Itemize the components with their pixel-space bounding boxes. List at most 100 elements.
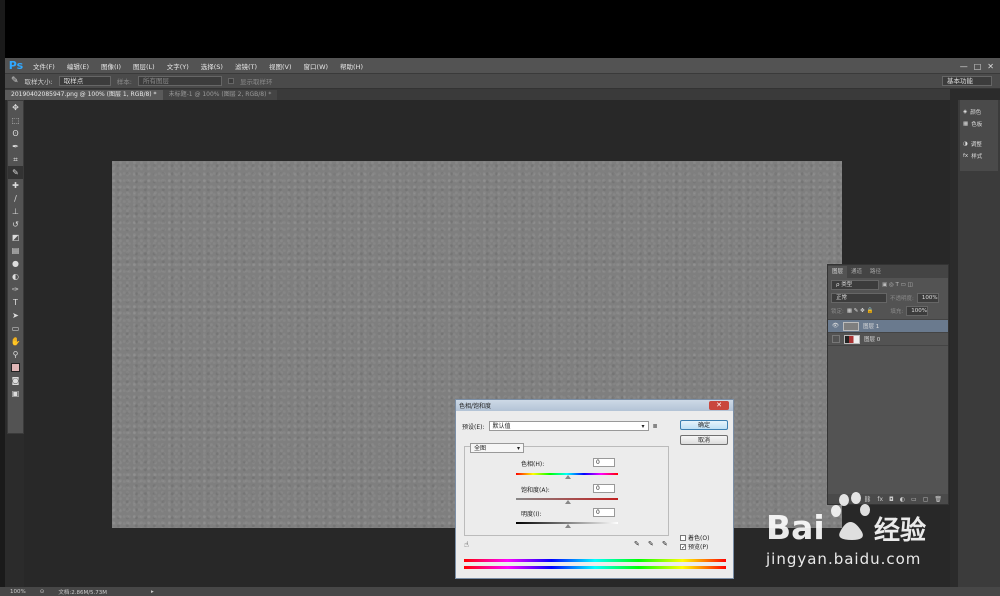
path-select-icon[interactable]: ➤ bbox=[8, 309, 23, 322]
blend-row: 正常 不透明度: 100% bbox=[828, 291, 948, 304]
move-icon[interactable]: ✥ bbox=[8, 101, 23, 114]
stamp-icon[interactable]: ⊥ bbox=[8, 205, 23, 218]
hue-slider-thumb[interactable] bbox=[565, 475, 571, 479]
workspace-select[interactable]: 基本功能 bbox=[942, 76, 992, 86]
ok-button[interactable]: 确定 bbox=[680, 420, 728, 430]
collapsed-panels: ◈ 颜色 ▦ 色板 ◑ 调整 fx 样式 bbox=[960, 100, 998, 171]
panel-adjustments[interactable]: ◑ 调整 bbox=[960, 138, 998, 150]
menu-view[interactable]: 视图(V) bbox=[263, 61, 298, 71]
eraser-icon[interactable]: ◩ bbox=[8, 231, 23, 244]
hue-input[interactable]: 0 bbox=[593, 458, 615, 467]
brush-icon[interactable]: ∕ bbox=[8, 192, 23, 205]
share-icon[interactable]: ⊙ bbox=[40, 589, 45, 595]
dialog-close-button[interactable]: ✕ bbox=[709, 401, 729, 410]
channel-select[interactable]: 全图 ▾ bbox=[470, 443, 524, 453]
gradient-icon[interactable]: ▤ bbox=[8, 244, 23, 257]
show-ring-label: 显示取样环 bbox=[239, 78, 273, 86]
layer-row-1[interactable]: 👁 图层 1 bbox=[828, 320, 948, 333]
tab-layers[interactable]: 图层 bbox=[828, 265, 848, 278]
saturation-input[interactable]: 0 bbox=[593, 484, 615, 493]
close-window-button[interactable]: ✕ bbox=[987, 62, 994, 71]
preset-select[interactable]: 默认值 ▾ bbox=[488, 421, 649, 431]
hand-icon[interactable]: ✋ bbox=[8, 335, 23, 348]
zoom-icon[interactable]: ⚲ bbox=[8, 348, 23, 361]
layer-name: 图层 0 bbox=[864, 337, 881, 343]
blend-mode-select[interactable]: 正常 bbox=[831, 292, 887, 303]
screen-mode-icon[interactable]: ▣ bbox=[8, 387, 23, 400]
dodge-icon[interactable]: ◐ bbox=[8, 270, 23, 283]
lightness-input[interactable]: 0 bbox=[593, 508, 615, 517]
blur-icon[interactable]: ● bbox=[8, 257, 23, 270]
targeted-adjust-icon[interactable]: ☝ bbox=[464, 540, 469, 549]
panel-styles[interactable]: fx 样式 bbox=[960, 150, 998, 162]
fill-input[interactable]: 100% bbox=[906, 305, 929, 316]
hue-label: 色相(H): bbox=[521, 461, 545, 468]
lock-row: 锁定: ▦ ✎ ✥ 🔒 填充: 100% bbox=[828, 304, 948, 317]
menu-filter[interactable]: 滤镜(T) bbox=[229, 61, 263, 71]
dialog-titlebar[interactable]: 色相/饱和度 ✕ bbox=[456, 400, 733, 411]
eyedropper-plus-icon[interactable]: ✎ bbox=[648, 540, 654, 548]
lock-icons[interactable]: ▦ ✎ ✥ 🔒 bbox=[847, 308, 874, 314]
eyedropper-minus-icon[interactable]: ✎ bbox=[662, 540, 668, 548]
status-arrow-icon[interactable]: ▸ bbox=[151, 589, 154, 595]
opacity-input[interactable]: 100% bbox=[916, 292, 939, 303]
sample-size-select[interactable]: 取样点 bbox=[58, 76, 111, 86]
hue-saturation-dialog: 色相/饱和度 ✕ 预设(E): 默认值 ▾ ≣ 确定 取消 全图 ▾ 色相(H): … bbox=[455, 399, 734, 579]
healing-icon[interactable]: ✚ bbox=[8, 179, 23, 192]
colorize-checkbox[interactable] bbox=[680, 534, 686, 541]
marquee-icon[interactable]: ⬚ bbox=[8, 114, 23, 127]
shape-icon[interactable]: ▭ bbox=[8, 322, 23, 335]
eyedropper-icon[interactable]: ✎ bbox=[634, 540, 640, 548]
type-icon[interactable]: T bbox=[8, 296, 23, 309]
layer-filter-row: ρ 类型 ▣ ◎ T ▭ ◫ bbox=[828, 278, 948, 291]
panel-swatches[interactable]: ▦ 色板 bbox=[960, 118, 998, 130]
lock-label: 锁定: bbox=[831, 308, 844, 315]
layer-filter-select[interactable]: ρ 类型 bbox=[831, 279, 879, 290]
quick-mask-icon[interactable]: ◙ bbox=[8, 374, 23, 387]
preview-label: 预览(P) bbox=[688, 544, 709, 551]
eyedropper-icon[interactable]: ✎ bbox=[11, 76, 19, 86]
dropdown-arrow-icon: ▾ bbox=[641, 423, 645, 430]
menu-layer[interactable]: 图层(L) bbox=[127, 61, 161, 71]
watermark-url: jingyan.baidu.com bbox=[766, 550, 922, 568]
tab-paths[interactable]: 路径 bbox=[866, 266, 885, 278]
eyedropper-icon[interactable]: ✎ bbox=[8, 166, 23, 179]
lasso-icon[interactable]: ʘ bbox=[8, 127, 23, 140]
tab-document-1[interactable]: 20190402085947.png @ 100% (图层 1, RGB/8) … bbox=[5, 90, 163, 100]
dropdown-arrow-icon: ▾ bbox=[516, 445, 520, 452]
zoom-level[interactable]: 100% bbox=[10, 589, 26, 595]
menu-edit[interactable]: 编辑(E) bbox=[61, 61, 95, 71]
visibility-box[interactable] bbox=[832, 335, 840, 343]
layer-row-0[interactable]: 图层 0 bbox=[828, 333, 948, 346]
cancel-button[interactable]: 取消 bbox=[680, 435, 728, 445]
minimize-button[interactable]: — bbox=[960, 62, 968, 71]
baidu-watermark: Bai 经验 jingyan.baidu.com bbox=[752, 490, 952, 570]
maximize-button[interactable]: □ bbox=[974, 62, 982, 71]
document-tabs: 20190402085947.png @ 100% (图层 1, RGB/8) … bbox=[5, 89, 950, 100]
crop-icon[interactable]: ⌗ bbox=[8, 153, 23, 166]
menu-window[interactable]: 窗口(W) bbox=[298, 61, 335, 71]
lightness-slider-thumb[interactable] bbox=[565, 524, 571, 528]
history-brush-icon[interactable]: ↺ bbox=[8, 218, 23, 231]
quick-select-icon[interactable]: ✒ bbox=[8, 140, 23, 153]
show-ring-checkbox[interactable] bbox=[227, 78, 234, 84]
preset-options-icon[interactable]: ≣ bbox=[653, 423, 658, 430]
colorize-row: 着色(O) bbox=[680, 533, 709, 542]
fill-label: 填充: bbox=[890, 308, 904, 315]
menu-image[interactable]: 图像(I) bbox=[95, 61, 127, 71]
lightness-label: 明度(I): bbox=[521, 511, 542, 518]
panel-color[interactable]: ◈ 颜色 bbox=[960, 106, 998, 118]
color-swatches-icon[interactable] bbox=[8, 361, 23, 374]
menu-type[interactable]: 文字(Y) bbox=[161, 61, 195, 71]
tab-channels[interactable]: 通道 bbox=[847, 266, 866, 278]
pen-icon[interactable]: ✑ bbox=[8, 283, 23, 296]
menu-help[interactable]: 帮助(H) bbox=[334, 61, 369, 71]
saturation-slider-thumb[interactable] bbox=[565, 500, 571, 504]
sample-select[interactable]: 所有图层 bbox=[137, 76, 222, 86]
preview-checkbox[interactable]: ✓ bbox=[680, 543, 686, 550]
tab-document-2[interactable]: 未标题-1 @ 100% (图层 2, RGB/8) * bbox=[162, 90, 278, 100]
menu-select[interactable]: 选择(S) bbox=[195, 61, 229, 71]
menu-file[interactable]: 文件(F) bbox=[27, 61, 61, 71]
eye-icon[interactable]: 👁 bbox=[832, 323, 839, 329]
filter-icons[interactable]: ▣ ◎ T ▭ ◫ bbox=[882, 282, 913, 288]
